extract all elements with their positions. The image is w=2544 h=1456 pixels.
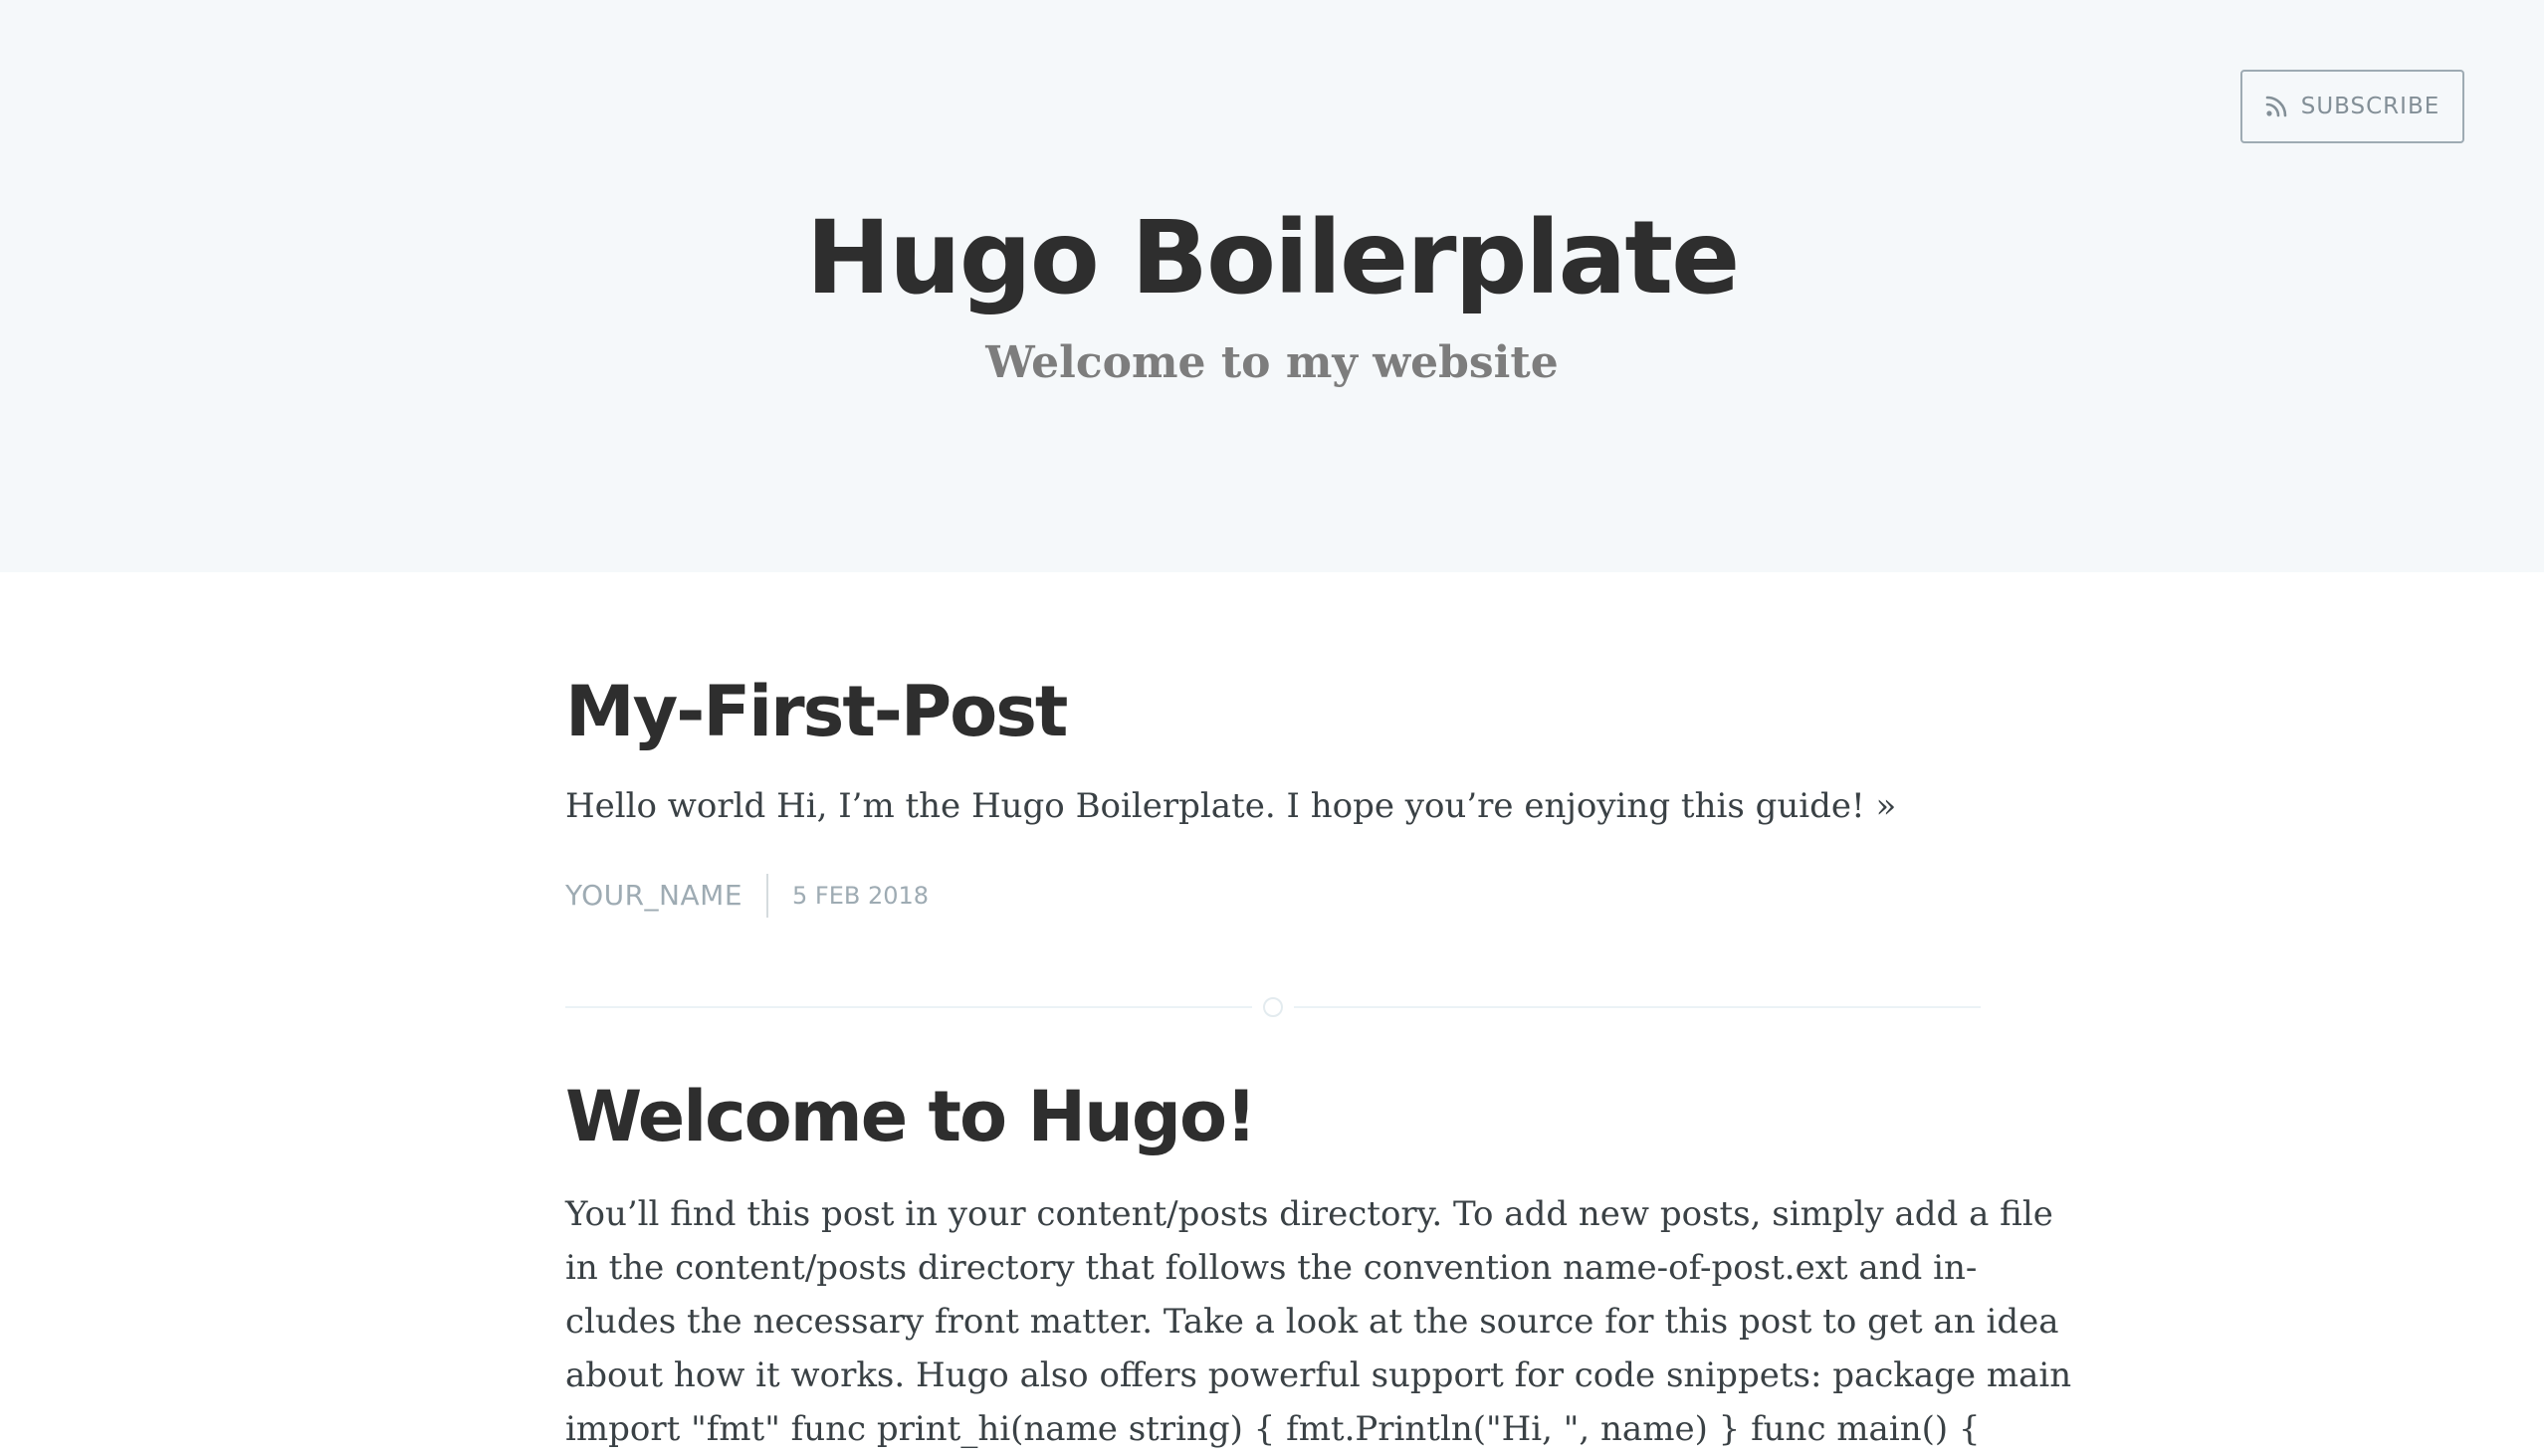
blog-title[interactable]: Hugo Boilerplate bbox=[0, 189, 2544, 328]
post-excerpt-line: import "fmt" func print_hi(name string) … bbox=[565, 1409, 1981, 1449]
post-meta: YOUR_NAME 5 FEB 2018 bbox=[565, 871, 929, 921]
site-header: SUBSCRIBE Hugo Boilerplate Welcome to my… bbox=[0, 0, 2544, 572]
post-excerpt-line: You’ll find this post in your content/po… bbox=[565, 1194, 2053, 1234]
post-excerpt-line: about how it works. Hugo also offers pow… bbox=[565, 1355, 2072, 1395]
rss-icon bbox=[2265, 96, 2287, 117]
post-author[interactable]: YOUR_NAME bbox=[565, 874, 769, 918]
read-more-link[interactable]: » bbox=[1876, 786, 1897, 826]
blog-description: Welcome to my website bbox=[985, 337, 1559, 388]
post-excerpt-text: Hello world Hi, I’m the Hugo Boilerplate… bbox=[565, 786, 1865, 826]
divider-line-left bbox=[565, 1006, 1252, 1008]
subscribe-label: SUBSCRIBE bbox=[2300, 94, 2440, 119]
post-excerpt-line: cludes the necessary front matter. Take … bbox=[565, 1302, 2059, 1342]
post-title[interactable]: My-First-Post bbox=[565, 662, 1068, 761]
divider-line-right bbox=[1294, 1006, 1981, 1008]
post-excerpt: You’ll find this post in your content/po… bbox=[565, 1187, 2072, 1456]
post-divider bbox=[565, 997, 1981, 1017]
post-excerpt: Hello world Hi, I’m the Hugo Boilerplate… bbox=[565, 781, 1896, 831]
subscribe-button[interactable]: SUBSCRIBE bbox=[2240, 70, 2464, 143]
post-title[interactable]: Welcome to Hugo! bbox=[565, 1067, 1257, 1166]
post-date: 5 FEB 2018 bbox=[792, 882, 930, 910]
divider-dot bbox=[1263, 997, 1283, 1017]
post-excerpt-line: in the content/posts directory that foll… bbox=[565, 1248, 1978, 1288]
